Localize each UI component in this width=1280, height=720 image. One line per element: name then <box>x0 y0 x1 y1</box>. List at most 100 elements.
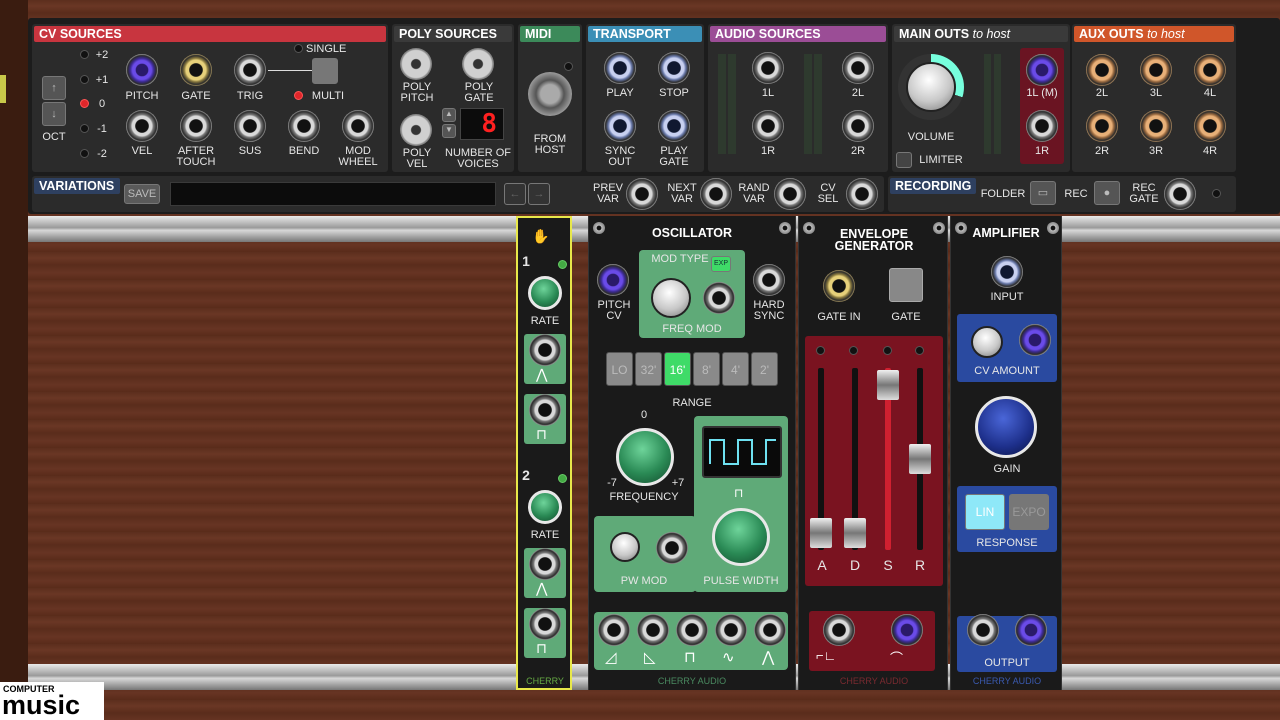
expo-button[interactable]: EXPO <box>1009 494 1049 530</box>
prev-var-jack[interactable] <box>626 178 658 210</box>
aftertouch-jack[interactable] <box>180 110 212 142</box>
hard-sync-jack[interactable] <box>753 264 785 296</box>
audio-1l-jack[interactable] <box>752 52 784 84</box>
var-prev-arrow[interactable]: ← <box>504 183 526 205</box>
range-8-button[interactable]: 8' <box>693 352 720 386</box>
left-marker <box>0 75 6 103</box>
cv-sel-jack[interactable] <box>846 178 878 210</box>
lfo1-sq-jack[interactable] <box>529 394 561 426</box>
osc-pulse-jack[interactable] <box>676 614 708 646</box>
exp-toggle[interactable]: EXP <box>711 256 731 272</box>
frequency-knob[interactable] <box>616 428 674 486</box>
audio-2l-jack[interactable] <box>842 52 874 84</box>
sustain-slider[interactable] <box>877 370 899 400</box>
range-32-button[interactable]: 32' <box>635 352 662 386</box>
poly-gate-jack[interactable] <box>462 48 494 80</box>
aux-2l-jack[interactable] <box>1086 54 1118 86</box>
main-1l-jack[interactable] <box>1026 54 1058 86</box>
voices-down-button[interactable]: ▼ <box>442 124 456 138</box>
amp-out-plus-jack[interactable] <box>1015 614 1047 646</box>
rec-gate-jack[interactable] <box>1164 178 1196 210</box>
poly-pitch-jack[interactable] <box>400 48 432 80</box>
osc-tri-jack[interactable] <box>754 614 786 646</box>
amp-out-minus-jack[interactable] <box>967 614 999 646</box>
gate-button[interactable] <box>889 268 923 302</box>
trig-jack[interactable] <box>234 54 266 86</box>
amplifier-module: AMPLIFIER INPUT CV AMOUNT GAIN LIN EXPO … <box>950 216 1062 690</box>
aux-3r-jack[interactable] <box>1140 110 1172 142</box>
variation-name-field[interactable] <box>170 182 496 206</box>
lfo1-rate-knob[interactable] <box>528 276 562 310</box>
poly-vel-jack[interactable] <box>400 114 432 146</box>
pitch-cv-jack[interactable] <box>597 264 629 296</box>
gain-knob[interactable] <box>975 396 1037 458</box>
aux-2r-jack[interactable] <box>1086 110 1118 142</box>
aux-2l-label: 2L <box>1095 87 1109 99</box>
stop-jack[interactable] <box>658 52 690 84</box>
audio-1r-jack[interactable] <box>752 110 784 142</box>
limiter-toggle[interactable] <box>896 152 912 168</box>
lfo-module[interactable]: ✋ 1 RATE ⋀ ⊓ 2 RATE ⋀ ⊓ CHERRY <box>516 216 572 690</box>
cv-amount-jack[interactable] <box>1019 324 1051 356</box>
decay-slider[interactable] <box>844 518 866 548</box>
osc-sine-jack[interactable] <box>715 614 747 646</box>
folder-icon[interactable]: ▭ <box>1030 181 1056 205</box>
osc-ramp-jack[interactable] <box>637 614 669 646</box>
aux-3l-jack[interactable] <box>1140 54 1172 86</box>
attack-slider[interactable] <box>810 518 832 548</box>
voices-up-button[interactable]: ▲ <box>442 108 456 122</box>
sus-jack[interactable] <box>234 110 266 142</box>
single-multi-switch[interactable] <box>312 58 338 84</box>
release-slider[interactable] <box>909 444 931 474</box>
lfo2-tri-jack[interactable] <box>529 548 561 580</box>
range-16-button[interactable]: 16' <box>664 352 691 386</box>
oct-up-button[interactable]: ↑ <box>42 76 66 100</box>
cv-amount-knob[interactable] <box>971 326 1003 358</box>
oct-down-button[interactable]: ↓ <box>42 102 66 126</box>
play-jack[interactable] <box>604 52 636 84</box>
gate-label: GATE <box>891 311 921 323</box>
amp-input-jack[interactable] <box>991 256 1023 288</box>
rand-var-label: RAND VAR <box>738 182 770 205</box>
aux-4r-jack[interactable] <box>1194 110 1226 142</box>
freq-mod-jack[interactable] <box>703 282 735 314</box>
mod-wheel-jack[interactable] <box>342 110 374 142</box>
saw-wave-icon: ◿ <box>605 649 617 666</box>
next-var-jack[interactable] <box>700 178 732 210</box>
stop-label: STOP <box>659 87 689 99</box>
range-2-button[interactable]: 2' <box>751 352 778 386</box>
aux-4l-label: 4L <box>1203 87 1217 99</box>
lin-button[interactable]: LIN <box>965 494 1005 530</box>
main-1r-jack[interactable] <box>1026 110 1058 142</box>
var-next-arrow[interactable]: → <box>528 183 550 205</box>
oscillator-title: OSCILLATOR <box>651 226 733 240</box>
pw-mod-knob[interactable] <box>610 532 640 562</box>
r-led <box>915 346 924 355</box>
osc-saw-jack[interactable] <box>598 614 630 646</box>
gate-jack[interactable] <box>180 54 212 86</box>
pitch-jack[interactable] <box>126 54 158 86</box>
pulse-width-knob[interactable] <box>712 508 770 566</box>
play-gate-jack[interactable] <box>658 110 690 142</box>
volume-knob[interactable] <box>906 62 956 112</box>
pw-mod-jack[interactable] <box>656 532 688 564</box>
vel-label: VEL <box>131 145 153 157</box>
cv-sel-label: CV SEL <box>817 182 839 205</box>
aux-4l-jack[interactable] <box>1194 54 1226 86</box>
gate-in-jack[interactable] <box>823 270 855 302</box>
record-icon[interactable]: ● <box>1094 181 1120 205</box>
range-lo-button[interactable]: LO <box>606 352 633 386</box>
env-inv-out-jack[interactable] <box>891 614 923 646</box>
audio-2r-jack[interactable] <box>842 110 874 142</box>
rand-var-jack[interactable] <box>774 178 806 210</box>
save-button[interactable]: SAVE <box>124 184 160 204</box>
freq-mod-knob[interactable] <box>651 278 691 318</box>
sync-out-jack[interactable] <box>604 110 636 142</box>
lfo2-rate-knob[interactable] <box>528 490 562 524</box>
vel-jack[interactable] <box>126 110 158 142</box>
env-out-jack[interactable] <box>823 614 855 646</box>
range-4-button[interactable]: 4' <box>722 352 749 386</box>
bend-jack[interactable] <box>288 110 320 142</box>
lfo2-sq-jack[interactable] <box>529 608 561 640</box>
lfo1-tri-jack[interactable] <box>529 334 561 366</box>
